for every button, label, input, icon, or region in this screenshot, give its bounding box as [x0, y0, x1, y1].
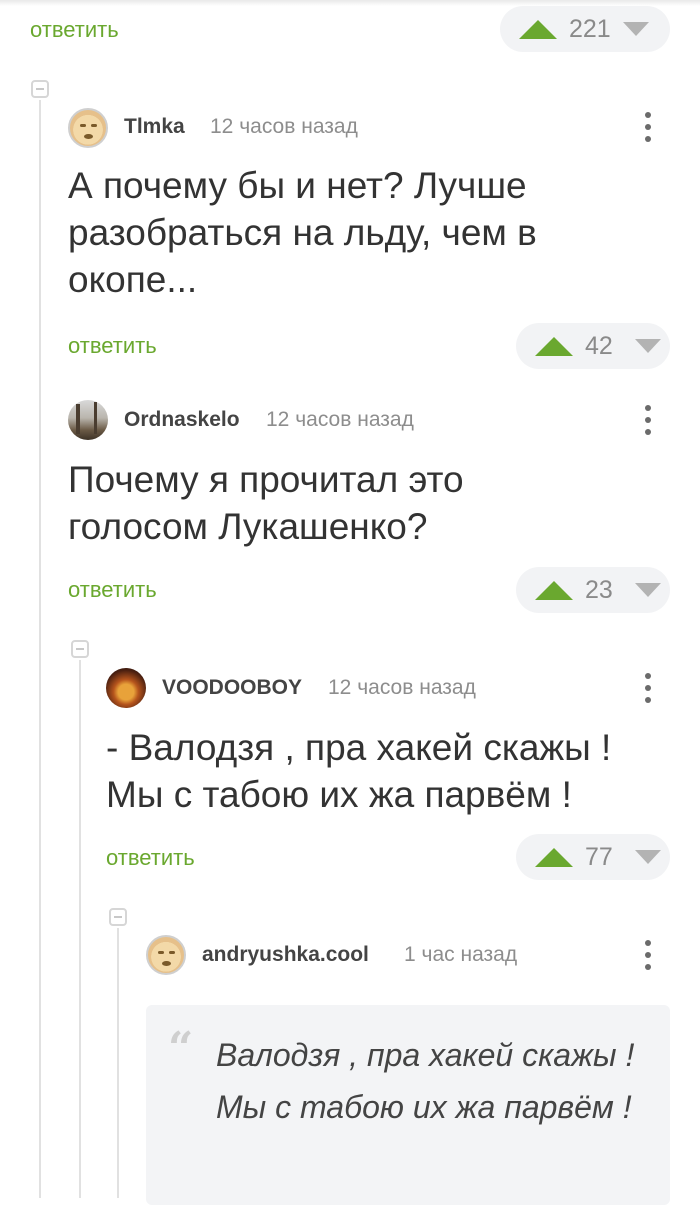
comment-text: - Валодзя , пра хакей скажы ! Мы с табою… — [106, 727, 612, 815]
vote-count: 221 — [569, 14, 611, 43]
quote-block: “ Валодзя , пра хакей скажы ! Мы с табою… — [146, 1005, 670, 1205]
reply-link[interactable]: ответить — [68, 333, 157, 359]
upvote-icon[interactable] — [535, 847, 573, 867]
thread-line — [79, 660, 81, 1198]
thread-line — [117, 928, 119, 1198]
vote-count: 23 — [585, 575, 613, 604]
thread-line — [39, 100, 41, 1198]
timestamp[interactable]: 12 часов назад — [328, 675, 476, 701]
quote-text: Валодзя , пра хакей скажы ! Мы с табою и… — [216, 1037, 635, 1125]
sleepy-face-avatar[interactable] — [146, 935, 186, 975]
downvote-icon[interactable] — [635, 850, 661, 864]
collapse-thread-button[interactable] — [109, 908, 127, 926]
reply-link-top[interactable]: ответить — [30, 17, 119, 43]
comment-text: А почему бы и нет? Лучше разобраться на … — [68, 165, 537, 300]
forest-photo-avatar[interactable] — [68, 400, 108, 440]
username[interactable]: Tlmka — [124, 114, 185, 140]
upvote-icon[interactable] — [535, 336, 573, 356]
upvote-icon[interactable] — [535, 580, 573, 600]
timestamp[interactable]: 12 часов назад — [210, 114, 358, 140]
vote-widget: 23 — [516, 567, 670, 613]
vote-widget-top: 221 — [500, 6, 670, 52]
vote-widget: 77 — [516, 834, 670, 880]
comment-text: Почему я прочитал это голосом Лукашенко? — [68, 459, 464, 547]
fire-photo-avatar[interactable] — [106, 668, 146, 708]
vote-widget: 42 — [516, 323, 670, 369]
downvote-icon[interactable] — [622, 22, 649, 36]
more-options-icon[interactable] — [643, 940, 653, 970]
sleepy-face-avatar[interactable] — [68, 108, 108, 148]
collapse-thread-button[interactable] — [31, 80, 49, 98]
username[interactable]: Ordnaskelo — [124, 407, 240, 433]
downvote-icon[interactable] — [635, 339, 661, 353]
username[interactable]: andryushka.cool — [202, 942, 369, 968]
more-options-icon[interactable] — [643, 673, 653, 703]
reply-link[interactable]: ответить — [106, 845, 195, 871]
username[interactable]: VOODOOBOY — [162, 675, 302, 701]
upvote-icon[interactable] — [519, 19, 557, 39]
more-options-icon[interactable] — [643, 405, 653, 435]
timestamp[interactable]: 12 часов назад — [266, 407, 414, 433]
more-options-icon[interactable] — [643, 112, 653, 142]
vote-count: 77 — [585, 842, 613, 871]
quote-icon: “ — [168, 1023, 194, 1074]
reply-link[interactable]: ответить — [68, 577, 157, 603]
vote-count: 42 — [585, 331, 613, 360]
collapse-thread-button[interactable] — [71, 640, 89, 658]
downvote-icon[interactable] — [635, 583, 661, 597]
timestamp[interactable]: 1 час назад — [404, 942, 517, 968]
